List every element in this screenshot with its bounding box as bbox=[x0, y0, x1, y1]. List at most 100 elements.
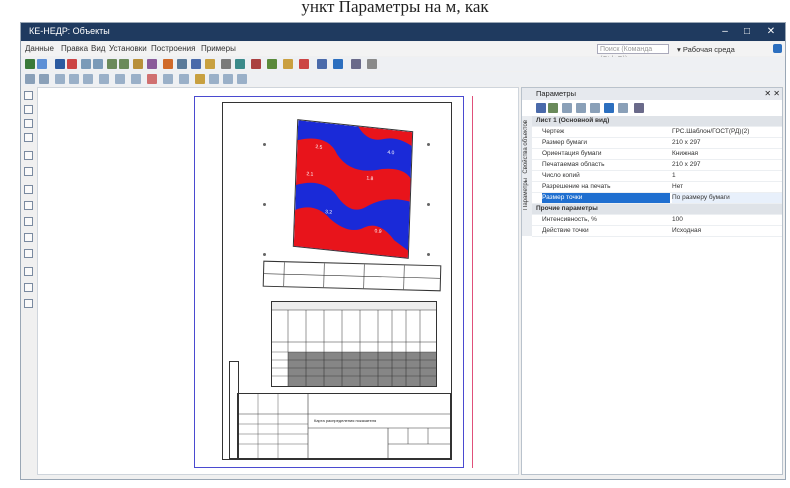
dimension-tool-icon[interactable] bbox=[24, 233, 33, 242]
offset-icon[interactable] bbox=[115, 74, 125, 84]
label-tool-icon[interactable] bbox=[24, 283, 33, 292]
property-value[interactable]: 210 x 297 bbox=[672, 160, 782, 170]
property-value[interactable]: 1 bbox=[672, 171, 782, 181]
menu-view[interactable]: Вид bbox=[91, 44, 105, 53]
undo-icon[interactable] bbox=[81, 59, 91, 69]
rotate-icon[interactable] bbox=[195, 74, 205, 84]
merge-icon[interactable] bbox=[69, 74, 79, 84]
property-row[interactable]: Разрешение на печать Нет bbox=[532, 182, 782, 193]
extend-icon[interactable] bbox=[99, 74, 109, 84]
redo-icon[interactable] bbox=[93, 59, 103, 69]
grid-tick bbox=[263, 253, 266, 256]
question-icon[interactable] bbox=[367, 59, 377, 69]
trim-icon[interactable] bbox=[83, 74, 93, 84]
property-value[interactable]: ГРС.Шаблон/ГОСТ(РД)(2) bbox=[672, 127, 782, 137]
filter-icon[interactable] bbox=[548, 103, 558, 113]
arrow-icon[interactable] bbox=[351, 59, 361, 69]
tab-parameters[interactable]: Параметры bbox=[523, 178, 531, 210]
erase-icon[interactable] bbox=[147, 74, 157, 84]
property-group[interactable]: Лист 1 (Основной вид) bbox=[532, 116, 782, 127]
property-value[interactable]: По размеру бумаги bbox=[672, 193, 782, 203]
property-row[interactable]: Ориентация бумаги Книжная bbox=[532, 149, 782, 160]
save-icon[interactable] bbox=[37, 59, 47, 69]
panel-close-button[interactable]: ✕ ✕ bbox=[764, 88, 780, 100]
property-row-selected[interactable]: Размер точки По размеру бумаги bbox=[532, 193, 782, 204]
property-row[interactable]: Действие точки Исходная bbox=[532, 226, 782, 237]
properties-icon[interactable] bbox=[317, 59, 327, 69]
text-tool-icon[interactable] bbox=[24, 217, 33, 226]
property-row[interactable]: Печатаемая область 210 x 297 bbox=[532, 160, 782, 171]
measure-tool-icon[interactable] bbox=[24, 201, 33, 210]
zoom-in-icon[interactable] bbox=[107, 59, 117, 69]
menu-build[interactable]: Построения bbox=[151, 44, 195, 53]
measure-icon[interactable] bbox=[205, 59, 215, 69]
move-icon[interactable] bbox=[179, 74, 189, 84]
drawing-canvas[interactable]: 2.5 1.8 3.2 0.9 2.1 4.0 Карта распределе… bbox=[37, 87, 519, 475]
pencil-tool-icon[interactable] bbox=[24, 119, 33, 128]
property-group[interactable]: Прочие параметры bbox=[532, 204, 782, 215]
settings-icon[interactable] bbox=[634, 103, 644, 113]
expand-icon[interactable] bbox=[618, 103, 628, 113]
property-row[interactable]: Чертеж ГРС.Шаблон/ГОСТ(РД)(2) bbox=[532, 127, 782, 138]
maximize-button[interactable]: □ bbox=[739, 25, 755, 39]
contour-map[interactable]: 2.5 1.8 3.2 0.9 2.1 4.0 bbox=[292, 119, 414, 259]
fill-icon[interactable] bbox=[267, 59, 277, 69]
open-icon[interactable] bbox=[25, 59, 35, 69]
menu-data[interactable]: Данные bbox=[25, 44, 54, 53]
polyline-tool-icon[interactable] bbox=[24, 185, 33, 194]
rectangle-tool-icon[interactable] bbox=[24, 105, 33, 114]
property-value[interactable]: 100 bbox=[672, 215, 782, 225]
curve-tool-icon[interactable] bbox=[24, 151, 33, 160]
layers-icon[interactable] bbox=[147, 59, 157, 69]
search-input[interactable]: Поиск (Команда (Ctrl+Q)) bbox=[597, 44, 669, 63]
pan-icon[interactable] bbox=[133, 59, 143, 69]
node-icon[interactable] bbox=[25, 74, 35, 84]
table-icon[interactable] bbox=[333, 59, 343, 69]
minimize-button[interactable]: – bbox=[717, 25, 733, 39]
frame-tool-icon[interactable] bbox=[24, 299, 33, 308]
property-value[interactable]: Нет bbox=[672, 182, 782, 192]
tab-object-properties[interactable]: Свойства объектов bbox=[523, 120, 531, 174]
property-row[interactable]: Размер бумаги 210 x 297 bbox=[532, 138, 782, 149]
move-up-icon[interactable] bbox=[590, 103, 600, 113]
property-value[interactable]: Исходная bbox=[672, 226, 782, 236]
group-icon[interactable] bbox=[237, 74, 247, 84]
menu-edit[interactable]: Правка bbox=[61, 44, 88, 53]
align-icon[interactable] bbox=[223, 74, 233, 84]
copy-icon[interactable] bbox=[163, 74, 173, 84]
menu-examples[interactable]: Примеры bbox=[201, 44, 236, 53]
text-icon[interactable] bbox=[221, 59, 231, 69]
zoom-out-icon[interactable] bbox=[119, 59, 129, 69]
split-icon[interactable] bbox=[55, 74, 65, 84]
menu-settings[interactable]: Установки bbox=[109, 44, 147, 53]
add-icon[interactable] bbox=[576, 103, 586, 113]
draw-icon[interactable] bbox=[163, 59, 173, 69]
property-row[interactable]: Число копий 1 bbox=[532, 171, 782, 182]
property-row[interactable]: Интенсивность, % 100 bbox=[532, 215, 782, 226]
workspace-dropdown[interactable]: ▾ Рабочая среда bbox=[677, 45, 735, 54]
symbol-tool-icon[interactable] bbox=[24, 267, 33, 276]
polygon-icon[interactable] bbox=[251, 59, 261, 69]
hatch-tool-icon[interactable] bbox=[24, 249, 33, 258]
delete-icon[interactable] bbox=[299, 59, 309, 69]
arc-tool-icon[interactable] bbox=[24, 167, 33, 176]
close-button[interactable]: ✕ bbox=[763, 25, 779, 39]
find-icon[interactable] bbox=[562, 103, 572, 113]
property-value[interactable]: 210 x 297 bbox=[672, 138, 782, 148]
mirror-icon[interactable] bbox=[131, 74, 141, 84]
line-tool-icon[interactable] bbox=[24, 133, 33, 142]
grid-icon[interactable] bbox=[191, 59, 201, 69]
vertex-icon[interactable] bbox=[39, 74, 49, 84]
export-icon[interactable] bbox=[67, 59, 77, 69]
color-icon[interactable] bbox=[283, 59, 293, 69]
select-tool-icon[interactable] bbox=[24, 91, 33, 100]
scale-icon[interactable] bbox=[209, 74, 219, 84]
sort-icon[interactable] bbox=[536, 103, 546, 113]
print-icon[interactable] bbox=[55, 59, 65, 69]
property-key: Ориентация бумаги bbox=[542, 150, 602, 157]
help-icon[interactable] bbox=[773, 44, 782, 53]
property-value[interactable]: Книжная bbox=[672, 149, 782, 159]
view-icon[interactable] bbox=[604, 103, 614, 113]
select-icon[interactable] bbox=[177, 59, 187, 69]
line-icon[interactable] bbox=[235, 59, 245, 69]
